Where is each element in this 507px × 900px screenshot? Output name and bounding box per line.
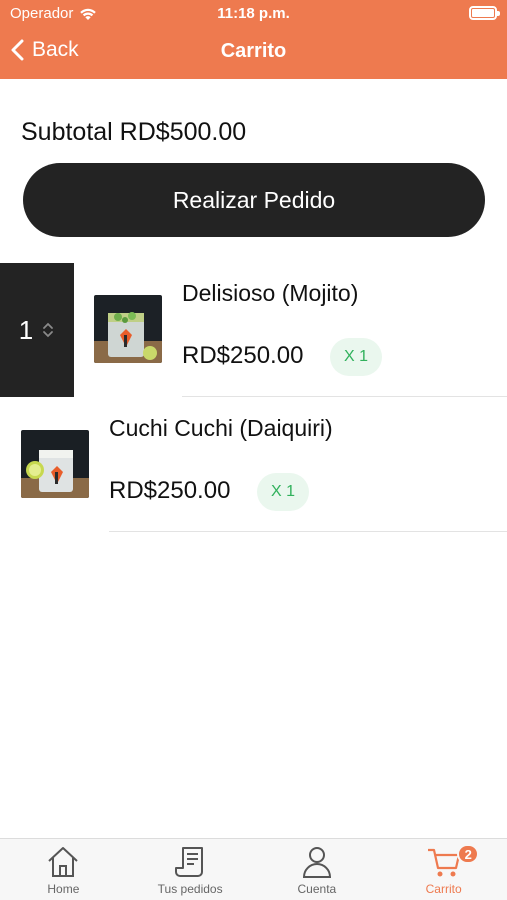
tab-label: Tus pedidos <box>157 882 223 896</box>
tab-label: Carrito <box>425 882 462 896</box>
tab-label: Cuenta <box>297 882 337 896</box>
battery-icon <box>469 6 500 20</box>
quantity-badge: X 1 <box>257 473 309 511</box>
place-order-button[interactable]: Realizar Pedido <box>23 163 485 237</box>
daiquiri-image <box>21 430 89 498</box>
item-name: Delisioso (Mojito) <box>182 280 359 306</box>
row-divider <box>109 531 507 532</box>
item-price: RD$250.00 <box>182 342 304 369</box>
status-time: 11:18 p.m. <box>217 5 290 22</box>
nav-bar: Back Carrito <box>0 30 507 74</box>
quantity-stepper[interactable]: 1 <box>0 263 74 397</box>
receipt-icon <box>175 847 204 877</box>
cart-count-badge: 2 <box>457 844 480 864</box>
item-name: Cuchi Cuchi (Daiquiri) <box>109 415 333 441</box>
cart-icon <box>427 848 460 877</box>
tab-cart[interactable]: 2 Carrito <box>380 839 507 900</box>
quantity-badge: X 1 <box>330 338 382 376</box>
tab-orders[interactable]: Tus pedidos <box>127 839 254 900</box>
chevron-up-down-icon <box>43 322 54 338</box>
mojito-image <box>94 295 162 363</box>
tab-bar: Home Tus pedidos Cuenta 2 Carrito <box>0 838 507 900</box>
home-icon <box>48 847 79 877</box>
tab-home[interactable]: Home <box>0 839 127 900</box>
subtotal-text: Subtotal RD$500.00 <box>21 118 247 146</box>
status-bar: Operador 11:18 p.m. <box>0 0 507 28</box>
row-divider <box>182 396 507 397</box>
tab-account[interactable]: Cuenta <box>254 839 381 900</box>
top-bar: Operador 11:18 p.m. Back Carrito <box>0 0 507 79</box>
tab-label: Home <box>47 882 80 896</box>
page-title: Carrito <box>220 40 287 62</box>
quantity-value: 1 <box>18 314 34 345</box>
user-icon <box>302 847 331 878</box>
item-price: RD$250.00 <box>109 477 231 504</box>
